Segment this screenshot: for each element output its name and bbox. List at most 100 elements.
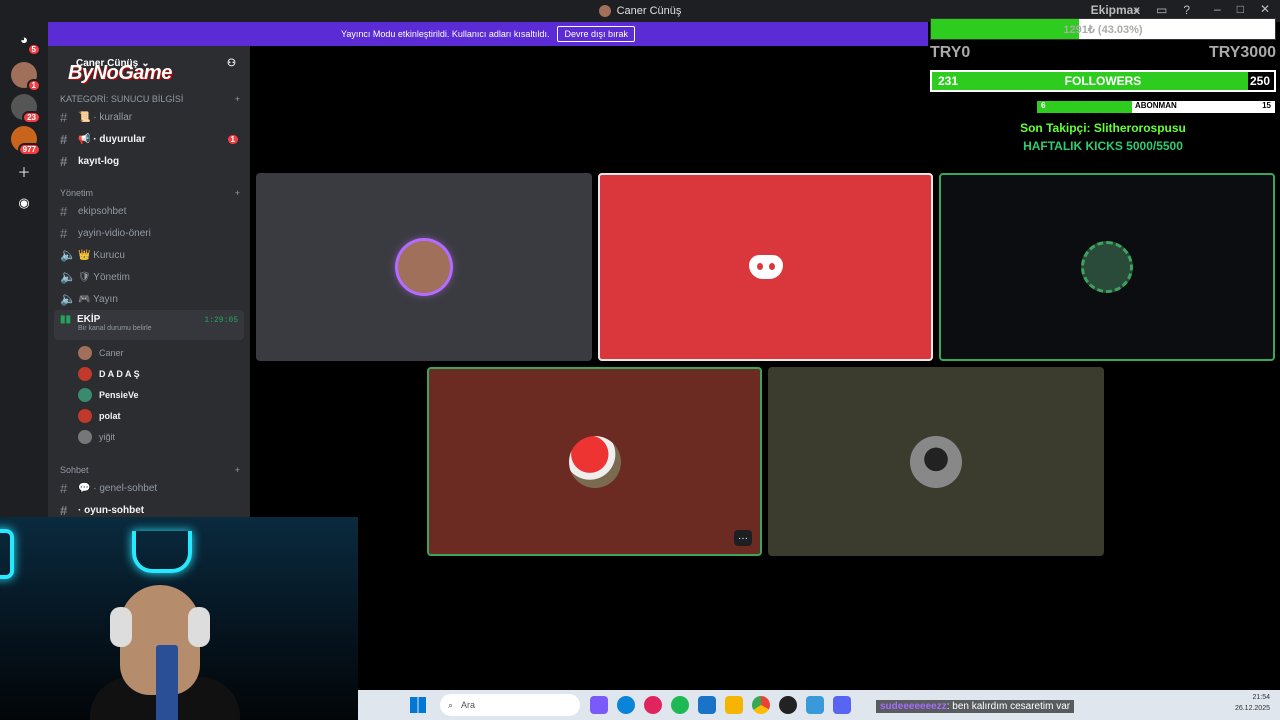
voice-channel-ekip[interactable]: ▮▮ EKİP Bir kanal durumu belirle 1:29:05 [54, 310, 244, 340]
server-rail: ◕ 5 1 23 977 ＋ ◉ [0, 22, 48, 522]
voice-member[interactable]: yiğit [48, 426, 250, 447]
drink-can [156, 645, 178, 720]
avatar [78, 408, 92, 423]
hash-icon: # [60, 131, 68, 147]
add-server-icon[interactable]: ＋ [11, 158, 37, 184]
category-header[interactable]: KATEGORİ: SUNUCU BİLGİSİ + [48, 86, 250, 106]
voice-member[interactable]: Caner [48, 342, 250, 363]
member-name: yiğit [99, 431, 116, 442]
clock-time: 21:54 [1252, 694, 1270, 701]
system-tray-clock[interactable]: 21:54 26.12.2025 [1235, 692, 1270, 714]
subs-target: 15 [1262, 101, 1271, 110]
voice-member[interactable]: D A D A Ş [48, 363, 250, 384]
badge: 977 [17, 143, 41, 156]
tile-polat[interactable]: ··· [427, 367, 762, 556]
channel-kurallar[interactable]: # 📜 · kurallar [48, 106, 250, 128]
tile-yigit[interactable] [768, 367, 1104, 556]
search-placeholder: Ara [461, 700, 476, 710]
tile-pensieve[interactable] [939, 173, 1275, 361]
add-member-icon[interactable]: ⚇ [227, 58, 236, 69]
spotify-icon[interactable] [671, 696, 689, 714]
voice-active-icon: ▮▮ [60, 314, 72, 325]
category-label: Sohbet [60, 465, 89, 475]
avatar [78, 345, 92, 360]
member-name: Caner [99, 347, 124, 358]
chrome-icon[interactable] [752, 696, 770, 714]
discord-logo-icon [748, 255, 783, 279]
member-name: D A D A Ş [99, 368, 140, 379]
hash-icon: # [60, 203, 68, 219]
avatar [398, 241, 450, 293]
channel-label: EKİP [77, 314, 101, 325]
avatar [910, 435, 962, 488]
badge: 5 [26, 43, 41, 56]
close-button[interactable]: ✕ [1260, 2, 1270, 16]
disable-streamer-mode-button[interactable]: Devre dışı bırak [557, 26, 635, 42]
server-icon[interactable]: 1 [11, 62, 41, 92]
store-icon[interactable] [698, 696, 716, 714]
voice-member[interactable]: polat [48, 405, 250, 426]
tile-dadas[interactable] [598, 173, 933, 361]
channel-kayit-log[interactable]: # kayıt-log [48, 150, 250, 172]
copilot-icon[interactable] [590, 696, 608, 714]
tile-caner[interactable] [256, 173, 592, 361]
discord-icon[interactable] [833, 696, 851, 714]
neon-light [0, 529, 14, 579]
category-header[interactable]: Yönetim + [48, 180, 250, 200]
category-header[interactable]: Sohbet + [48, 457, 250, 477]
channel-label: 💬 · genel-sohbet [78, 482, 158, 494]
channel-label: 📜 · kurallar [78, 111, 133, 123]
server-icon[interactable]: 23 [11, 94, 41, 124]
discord-home-icon[interactable]: ◕ 5 [11, 26, 41, 56]
plus-icon[interactable]: + [235, 188, 240, 198]
more-options-button[interactable]: ··· [734, 530, 752, 546]
plus-icon[interactable]: + [235, 465, 240, 475]
avatar [598, 5, 611, 17]
clock-date: 26.12.2025 [1234, 705, 1270, 712]
subs-fill [1037, 101, 1133, 113]
channel-genel-sohbet[interactable]: # 💬 · genel-sohbet [48, 477, 250, 499]
donation-goal-text: 1291₺ (43.03%) [1063, 24, 1143, 36]
explore-icon[interactable]: ◉ [11, 190, 37, 216]
media-icon[interactable] [644, 696, 662, 714]
hash-icon: # [60, 153, 68, 169]
server-icon[interactable]: 977 [11, 126, 41, 156]
edge-icon[interactable] [617, 696, 635, 714]
steam-icon[interactable] [779, 696, 797, 714]
followers-target: 250 [1249, 74, 1270, 88]
channel-yayin-vidio-oneri[interactable]: # yayin-vidio-öneri [48, 222, 250, 244]
voice-channel-kurucu[interactable]: 🔈 👑 Kurucu [48, 244, 250, 266]
channel-status[interactable]: Bir kanal durumu belirle [78, 325, 152, 332]
window-title: Caner Cünüş [616, 5, 682, 17]
avatar [1081, 241, 1133, 293]
voice-channel-yayin[interactable]: 🔈 🎮 Yayın [48, 288, 250, 310]
channel-duyurular[interactable]: # 📢 · duyurular 1 [48, 128, 250, 150]
plus-icon[interactable]: + [235, 94, 240, 104]
streamer-mode-bar: Yayıncı Modu etkinleştirildi. Kullanıcı … [48, 22, 928, 46]
speaker-icon: 🔈 [60, 269, 77, 284]
chat-text: : ben kalırdım cesaretim var [946, 701, 1071, 712]
voice-channel-yonetim[interactable]: 🔈 🛡 Yönetim [48, 266, 250, 288]
maximize-button[interactable]: □ [1237, 2, 1244, 16]
folder-icon[interactable] [725, 696, 743, 714]
donation-goal-bar: 1291₺ (43.03%) [930, 18, 1276, 40]
avatar [78, 366, 92, 381]
channel-label: 🎮 Yayın [78, 293, 118, 305]
channel-label: 📢 · duyurular [78, 133, 146, 145]
taskbar-search[interactable]: ⌕ Ara [440, 694, 580, 716]
speaker-icon: 🔈 [60, 291, 77, 306]
app-icon[interactable] [806, 696, 824, 714]
followers-label: FOLLOWERS [1064, 74, 1142, 88]
voice-member[interactable]: PensieVe [48, 384, 250, 405]
headphones-icon [188, 607, 210, 647]
windows-start-icon[interactable] [410, 697, 426, 713]
taskbar: ⌕ Ara [358, 690, 1280, 720]
headphones-icon [110, 607, 132, 647]
goal-max: TRY3000 [1209, 44, 1276, 61]
channel-ekipsohbet[interactable]: # ekipsohbet [48, 200, 250, 222]
badge: 1 [26, 79, 41, 92]
subs-label: ABONMAN [1135, 101, 1177, 110]
search-icon: ⌕ [448, 699, 454, 710]
chat-user: sudeeeeeeezz [880, 701, 947, 712]
minimize-button[interactable]: – [1214, 2, 1221, 16]
